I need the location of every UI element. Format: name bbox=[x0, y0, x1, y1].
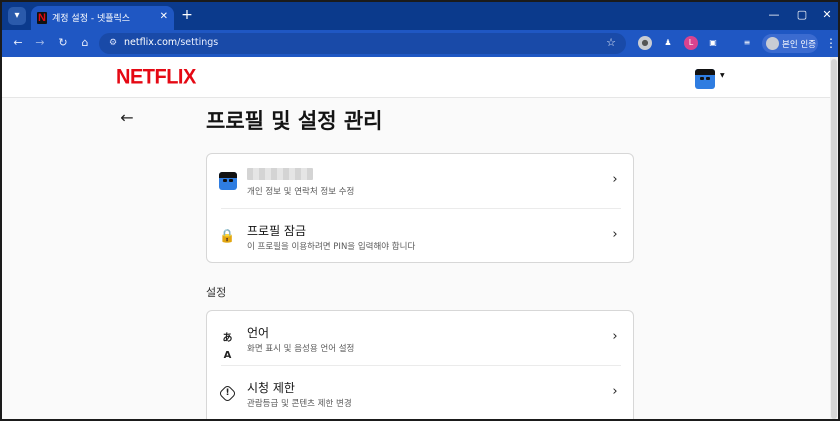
back-arrow-icon[interactable]: ← bbox=[118, 109, 136, 127]
scrollbar-thumb[interactable] bbox=[831, 59, 837, 419]
address-url[interactable]: netflix.com/settings bbox=[124, 37, 218, 48]
settings-row-sub: 관람등급 및 콘텐츠 제한 변경 bbox=[247, 399, 352, 409]
chevron-right-icon: › bbox=[612, 227, 618, 242]
profile-info-sub: 개인 정보 및 연락처 정보 수정 bbox=[247, 187, 355, 197]
profile-chip-label: 본인 인증 bbox=[782, 40, 816, 50]
profile-lock-title: 프로필 잠금 bbox=[247, 224, 307, 238]
extension-l-icon[interactable]: L bbox=[684, 36, 698, 50]
account-menu-caret-icon[interactable]: ▼ bbox=[720, 72, 725, 79]
tab-title: 계정 설정 - 넷플릭스 bbox=[52, 14, 131, 24]
browser-toolbar: ← → ↻ ⌂ ⚙ netflix.com/settings ☆ ● ♟ L ▣… bbox=[2, 30, 838, 57]
settings-row-title: 시청 제한 bbox=[247, 381, 295, 395]
account-avatar[interactable] bbox=[695, 69, 715, 89]
settings-row-language[interactable]: あA 언어 화면 표시 및 음성용 언어 설정 › bbox=[207, 311, 633, 365]
settings-row-title: 언어 bbox=[247, 326, 270, 340]
forward-icon[interactable]: → bbox=[33, 36, 47, 50]
url-path: /settings bbox=[177, 37, 219, 48]
tab-close-icon[interactable]: ✕ bbox=[160, 10, 168, 24]
page-title: 프로필 및 설정 관리 bbox=[206, 109, 383, 133]
site-header: NETFLIX ▼ bbox=[2, 57, 838, 98]
settings-row-sub: 화면 표시 및 음성용 언어 설정 bbox=[247, 344, 355, 354]
new-tab-button[interactable]: + bbox=[180, 7, 194, 23]
home-icon[interactable]: ⌂ bbox=[78, 36, 92, 50]
profile-info-row[interactable]: 개인 정보 및 연락처 정보 수정 › bbox=[207, 154, 633, 208]
minimize-icon[interactable]: — bbox=[767, 8, 781, 22]
profile-chip[interactable]: 본인 인증 bbox=[762, 34, 818, 53]
tab-netflix-settings[interactable]: N 계정 설정 - 넷플릭스 ✕ bbox=[31, 6, 174, 30]
warning-icon: ! bbox=[218, 384, 237, 403]
settings-card: あA 언어 화면 표시 및 음성용 언어 설정 › ! 시청 제한 관람등급 및… bbox=[206, 310, 634, 419]
address-bar[interactable]: ⚙ netflix.com/settings ☆ bbox=[99, 33, 626, 54]
bookmark-star-icon[interactable]: ☆ bbox=[604, 36, 618, 50]
extension-circle-icon[interactable]: ● bbox=[638, 36, 652, 50]
tab-search-icon[interactable]: ▾ bbox=[8, 7, 26, 25]
profile-name-redacted bbox=[247, 168, 313, 180]
profile-lock-sub: 이 프로필을 이용하려면 PIN을 입력해야 합니다 bbox=[247, 242, 416, 252]
settings-section-label: 설정 bbox=[206, 286, 227, 299]
netflix-logo[interactable]: NETFLIX bbox=[116, 65, 196, 89]
browser-menu-icon[interactable]: ⋮ bbox=[825, 36, 837, 50]
extensions-puzzle-icon[interactable]: ▣ bbox=[706, 36, 720, 50]
chevron-right-icon: › bbox=[612, 384, 618, 399]
settings-row-viewing-restrictions[interactable]: ! 시청 제한 관람등급 및 콘텐츠 제한 변경 › bbox=[207, 366, 633, 419]
netflix-favicon-icon: N bbox=[37, 12, 47, 24]
reload-icon[interactable]: ↻ bbox=[56, 36, 70, 50]
lock-icon: 🔒 bbox=[219, 229, 236, 244]
browser-window: ▾ N 계정 설정 - 넷플릭스 ✕ + — ▢ ✕ ← → ↻ ⌂ ⚙ net… bbox=[0, 0, 840, 421]
media-controls-icon[interactable]: ≡ bbox=[740, 36, 754, 50]
page-scrollbar[interactable] bbox=[830, 57, 838, 419]
profile-card: 개인 정보 및 연락처 정보 수정 › 🔒 프로필 잠금 이 프로필을 이용하려… bbox=[206, 153, 634, 263]
tab-bar: ▾ N 계정 설정 - 넷플릭스 ✕ + — ▢ ✕ bbox=[2, 2, 838, 30]
chevron-right-icon: › bbox=[612, 329, 618, 344]
window-close-icon[interactable]: ✕ bbox=[820, 8, 834, 22]
profile-avatar bbox=[219, 172, 237, 190]
extension-ghost-icon[interactable]: ♟ bbox=[661, 36, 675, 50]
back-icon[interactable]: ← bbox=[11, 36, 25, 50]
page-content: NETFLIX ▼ ← 프로필 및 설정 관리 개인 정보 및 연락처 정보 수… bbox=[2, 57, 838, 419]
maximize-icon[interactable]: ▢ bbox=[795, 8, 809, 22]
site-info-icon[interactable]: ⚙ bbox=[107, 37, 119, 49]
profile-lock-row[interactable]: 🔒 프로필 잠금 이 프로필을 이용하려면 PIN을 입력해야 합니다 › bbox=[207, 209, 633, 263]
language-icon: あA bbox=[222, 333, 233, 361]
url-host: netflix.com bbox=[124, 37, 178, 48]
warning-glyph: ! bbox=[225, 388, 230, 399]
browser-profile-avatar bbox=[766, 37, 779, 50]
chevron-right-icon: › bbox=[612, 172, 618, 187]
